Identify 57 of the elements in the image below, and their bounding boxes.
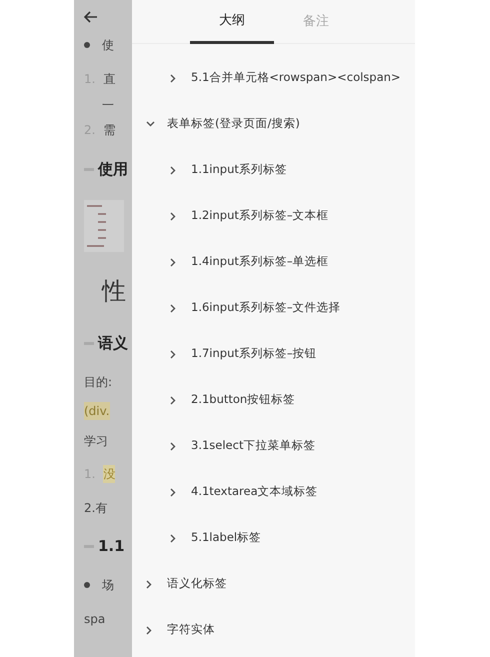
outline-item[interactable]: 2.1button按钮标签	[132, 377, 415, 423]
code-snippet-drawing	[84, 200, 124, 252]
chevron-right-icon	[170, 396, 176, 404]
outline-item[interactable]: 3.1select下拉菜单标签	[132, 423, 415, 469]
outline-item[interactable]: 表单标签(登录页面/搜索)	[132, 101, 415, 147]
text-line: 学习	[84, 432, 108, 450]
text-line: spa	[84, 610, 106, 628]
chevron-right-icon	[170, 442, 176, 450]
text-line: 需	[103, 122, 116, 139]
outline-item[interactable]: 1.7input系列标签–按钮	[132, 331, 415, 377]
outline-item[interactable]: 1.4input系列标签–单选框	[132, 239, 415, 285]
outline-label: 字符实体	[167, 621, 215, 638]
chevron-down-icon	[146, 121, 155, 127]
outline-item[interactable]: 1.2input系列标签–文本框	[132, 193, 415, 239]
heading: 1.1	[98, 536, 125, 557]
outline-item[interactable]: 5.1label标签	[132, 515, 415, 561]
outline-label: 4.1textarea文本域标签	[191, 483, 318, 500]
outline-item[interactable]: 5.1合并单元格<rowspan><colspan>	[132, 55, 415, 101]
bullet-icon	[84, 42, 90, 48]
back-arrow-icon[interactable]	[84, 11, 98, 23]
text-line: 场	[102, 577, 114, 594]
outline-item[interactable]: 字符实体	[132, 607, 415, 653]
chevron-right-icon	[170, 74, 176, 82]
text-line: 直	[103, 71, 116, 88]
outline-label: 1.1input系列标签	[191, 161, 287, 178]
outline-label: 1.4input系列标签–单选框	[191, 253, 329, 270]
tab[interactable]: 大纲	[190, 0, 274, 44]
chevron-right-icon	[170, 350, 176, 358]
outline-label: 1.7input系列标签–按钮	[191, 345, 317, 362]
text-line: 一	[102, 96, 114, 114]
chevron-right-icon	[170, 212, 176, 220]
chevron-right-icon	[170, 166, 176, 174]
chevron-right-icon	[146, 580, 152, 588]
bullet-icon	[84, 582, 90, 588]
chevron-right-icon	[170, 258, 176, 266]
outline-label: 语义化标签	[167, 575, 227, 592]
text-line: 2.有	[84, 500, 108, 516]
outline-label: 1.6input系列标签–文件选择	[191, 299, 341, 316]
outline-item[interactable]: 4.1textarea文本域标签	[132, 469, 415, 515]
heading: 性	[102, 276, 126, 307]
outline-item[interactable]: 1.6input系列标签–文件选择	[132, 285, 415, 331]
text-line: 目的:	[84, 374, 112, 390]
chevron-right-icon	[146, 626, 152, 634]
outline-label: 表单标签(登录页面/搜索)	[167, 115, 300, 132]
outline-item[interactable]: 1.1input系列标签	[132, 147, 415, 193]
chevron-right-icon	[170, 488, 176, 496]
chevron-right-icon	[170, 304, 176, 312]
outline-label: 5.1合并单元格<rowspan><colspan>	[191, 69, 401, 86]
heading: 语义	[98, 332, 128, 354]
heading: 使用	[98, 158, 128, 180]
outline-label: 3.1select下拉菜单标签	[191, 437, 316, 454]
outline-label: 1.2input系列标签–文本框	[191, 207, 329, 224]
chevron-right-icon	[170, 534, 176, 542]
outline-label: 2.1button按钮标签	[191, 391, 296, 408]
outline-label: 5.1label标签	[191, 529, 262, 546]
outline-item[interactable]: 语义化标签	[132, 561, 415, 607]
text-line: 使	[102, 37, 114, 54]
